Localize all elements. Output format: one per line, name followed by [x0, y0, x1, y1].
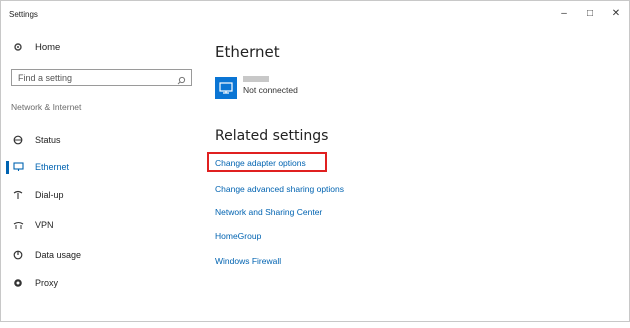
- link-change-advanced-sharing[interactable]: Change advanced sharing options: [215, 184, 344, 194]
- proxy-icon: [11, 277, 25, 289]
- sidebar-item-label: Status: [35, 135, 61, 145]
- link-network-sharing-center[interactable]: Network and Sharing Center: [215, 207, 322, 217]
- home-label: Home: [35, 41, 61, 53]
- maximize-button[interactable]: □: [577, 1, 603, 25]
- settings-window: Settings – □ ✕ Home Network & Internet S…: [0, 0, 630, 322]
- globe-icon: [11, 134, 25, 146]
- close-button[interactable]: ✕: [603, 1, 629, 25]
- selected-indicator: [6, 161, 9, 174]
- search-icon[interactable]: [177, 72, 186, 90]
- link-change-adapter-options[interactable]: Change adapter options: [215, 158, 306, 168]
- sidebar-item-status[interactable]: Status: [11, 134, 61, 146]
- section-label: Network & Internet: [11, 102, 82, 112]
- window-title: Settings: [9, 10, 38, 19]
- vpn-icon: [11, 219, 25, 231]
- minimize-button[interactable]: –: [551, 1, 577, 25]
- gear-icon: [11, 41, 25, 53]
- sidebar-item-data-usage[interactable]: Data usage: [11, 249, 81, 261]
- link-windows-firewall[interactable]: Windows Firewall: [215, 256, 281, 266]
- sidebar-item-label: Proxy: [35, 278, 59, 288]
- sidebar-item-dialup[interactable]: Dial-up: [11, 189, 64, 201]
- data-usage-icon: [11, 249, 25, 261]
- related-settings-heading: Related settings: [215, 128, 329, 144]
- sidebar-item-vpn[interactable]: VPN: [11, 219, 54, 231]
- sidebar-item-label: Dial-up: [35, 190, 64, 200]
- ethernet-icon: [11, 161, 25, 173]
- link-homegroup[interactable]: HomeGroup: [215, 231, 261, 241]
- sidebar-item-label: VPN: [35, 220, 54, 230]
- page-title: Ethernet: [215, 43, 280, 61]
- dialup-icon: [11, 189, 25, 201]
- sidebar-item-proxy[interactable]: Proxy: [11, 277, 58, 289]
- title-bar: Settings – □ ✕: [1, 1, 629, 29]
- sidebar-item-label: Ethernet: [35, 162, 70, 172]
- home-nav[interactable]: Home: [11, 41, 60, 53]
- network-icon: [215, 77, 237, 99]
- sidebar-item-ethernet[interactable]: Ethernet: [11, 161, 69, 173]
- sidebar-item-label: Data usage: [35, 250, 82, 260]
- ethernet-connection[interactable]: Not connected: [215, 73, 298, 99]
- search-box[interactable]: [11, 69, 192, 86]
- window-controls: – □ ✕: [551, 1, 629, 29]
- connection-name-redacted: [243, 76, 269, 82]
- search-input[interactable]: [12, 72, 184, 83]
- connection-status: Not connected: [243, 85, 298, 95]
